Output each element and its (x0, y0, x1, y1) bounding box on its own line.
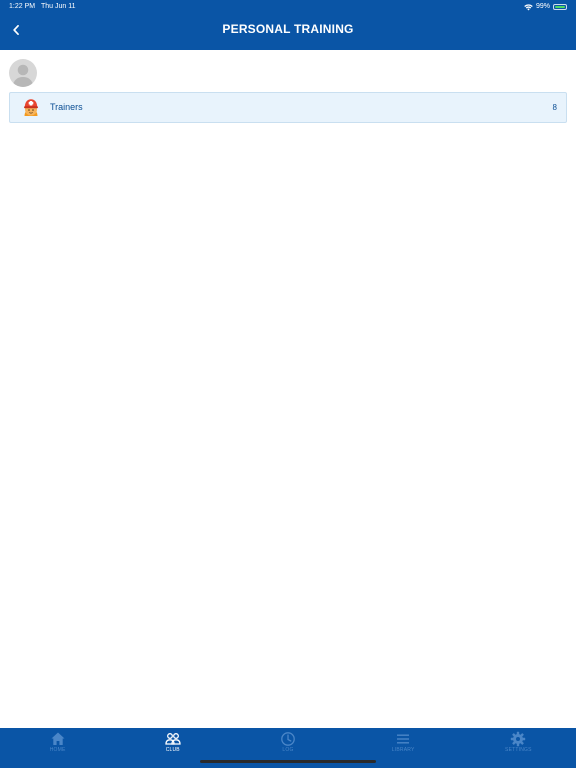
status-right: 99% (524, 0, 567, 14)
header: 1:22 PM Thu Jun 11 99% PERSONAL TRAINING (0, 0, 576, 50)
avatar[interactable] (9, 59, 37, 87)
tab-label-settings: SETTINGS (505, 747, 532, 753)
gear-icon (510, 731, 526, 747)
battery-fill (555, 6, 565, 8)
trainer-icon (21, 97, 41, 119)
club-icon (165, 731, 181, 747)
status-bar: 1:22 PM Thu Jun 11 99% (0, 0, 576, 14)
user-silhouette-icon (12, 64, 34, 87)
home-indicator (200, 760, 376, 763)
battery-icon (553, 4, 567, 10)
nav-bar: PERSONAL TRAINING (0, 14, 576, 50)
page-title: PERSONAL TRAINING (222, 22, 354, 36)
tab-settings[interactable]: SETTINGS (461, 728, 576, 768)
wifi-icon (524, 3, 533, 11)
tab-label-home: HOME (49, 747, 66, 753)
tab-home[interactable]: HOME (0, 728, 115, 768)
tab-label-log: LOG (282, 747, 294, 753)
list-item-trainers[interactable]: Trainers 8 (9, 92, 567, 123)
clock-icon (280, 731, 296, 747)
home-icon (50, 731, 66, 747)
screen: 1:22 PM Thu Jun 11 99% PERSONAL TRAINING… (0, 0, 576, 768)
list-item-count: 8 (552, 103, 557, 112)
list-item-label: Trainers (50, 102, 83, 112)
tab-label-library: LIBRARY (391, 747, 415, 753)
menu-icon (395, 731, 411, 747)
battery-percent: 99% (535, 3, 550, 10)
status-time: 1:22 PM (9, 3, 36, 10)
tab-label-club: CLUB (165, 747, 180, 753)
status-date: Thu Jun 11 (41, 3, 76, 10)
